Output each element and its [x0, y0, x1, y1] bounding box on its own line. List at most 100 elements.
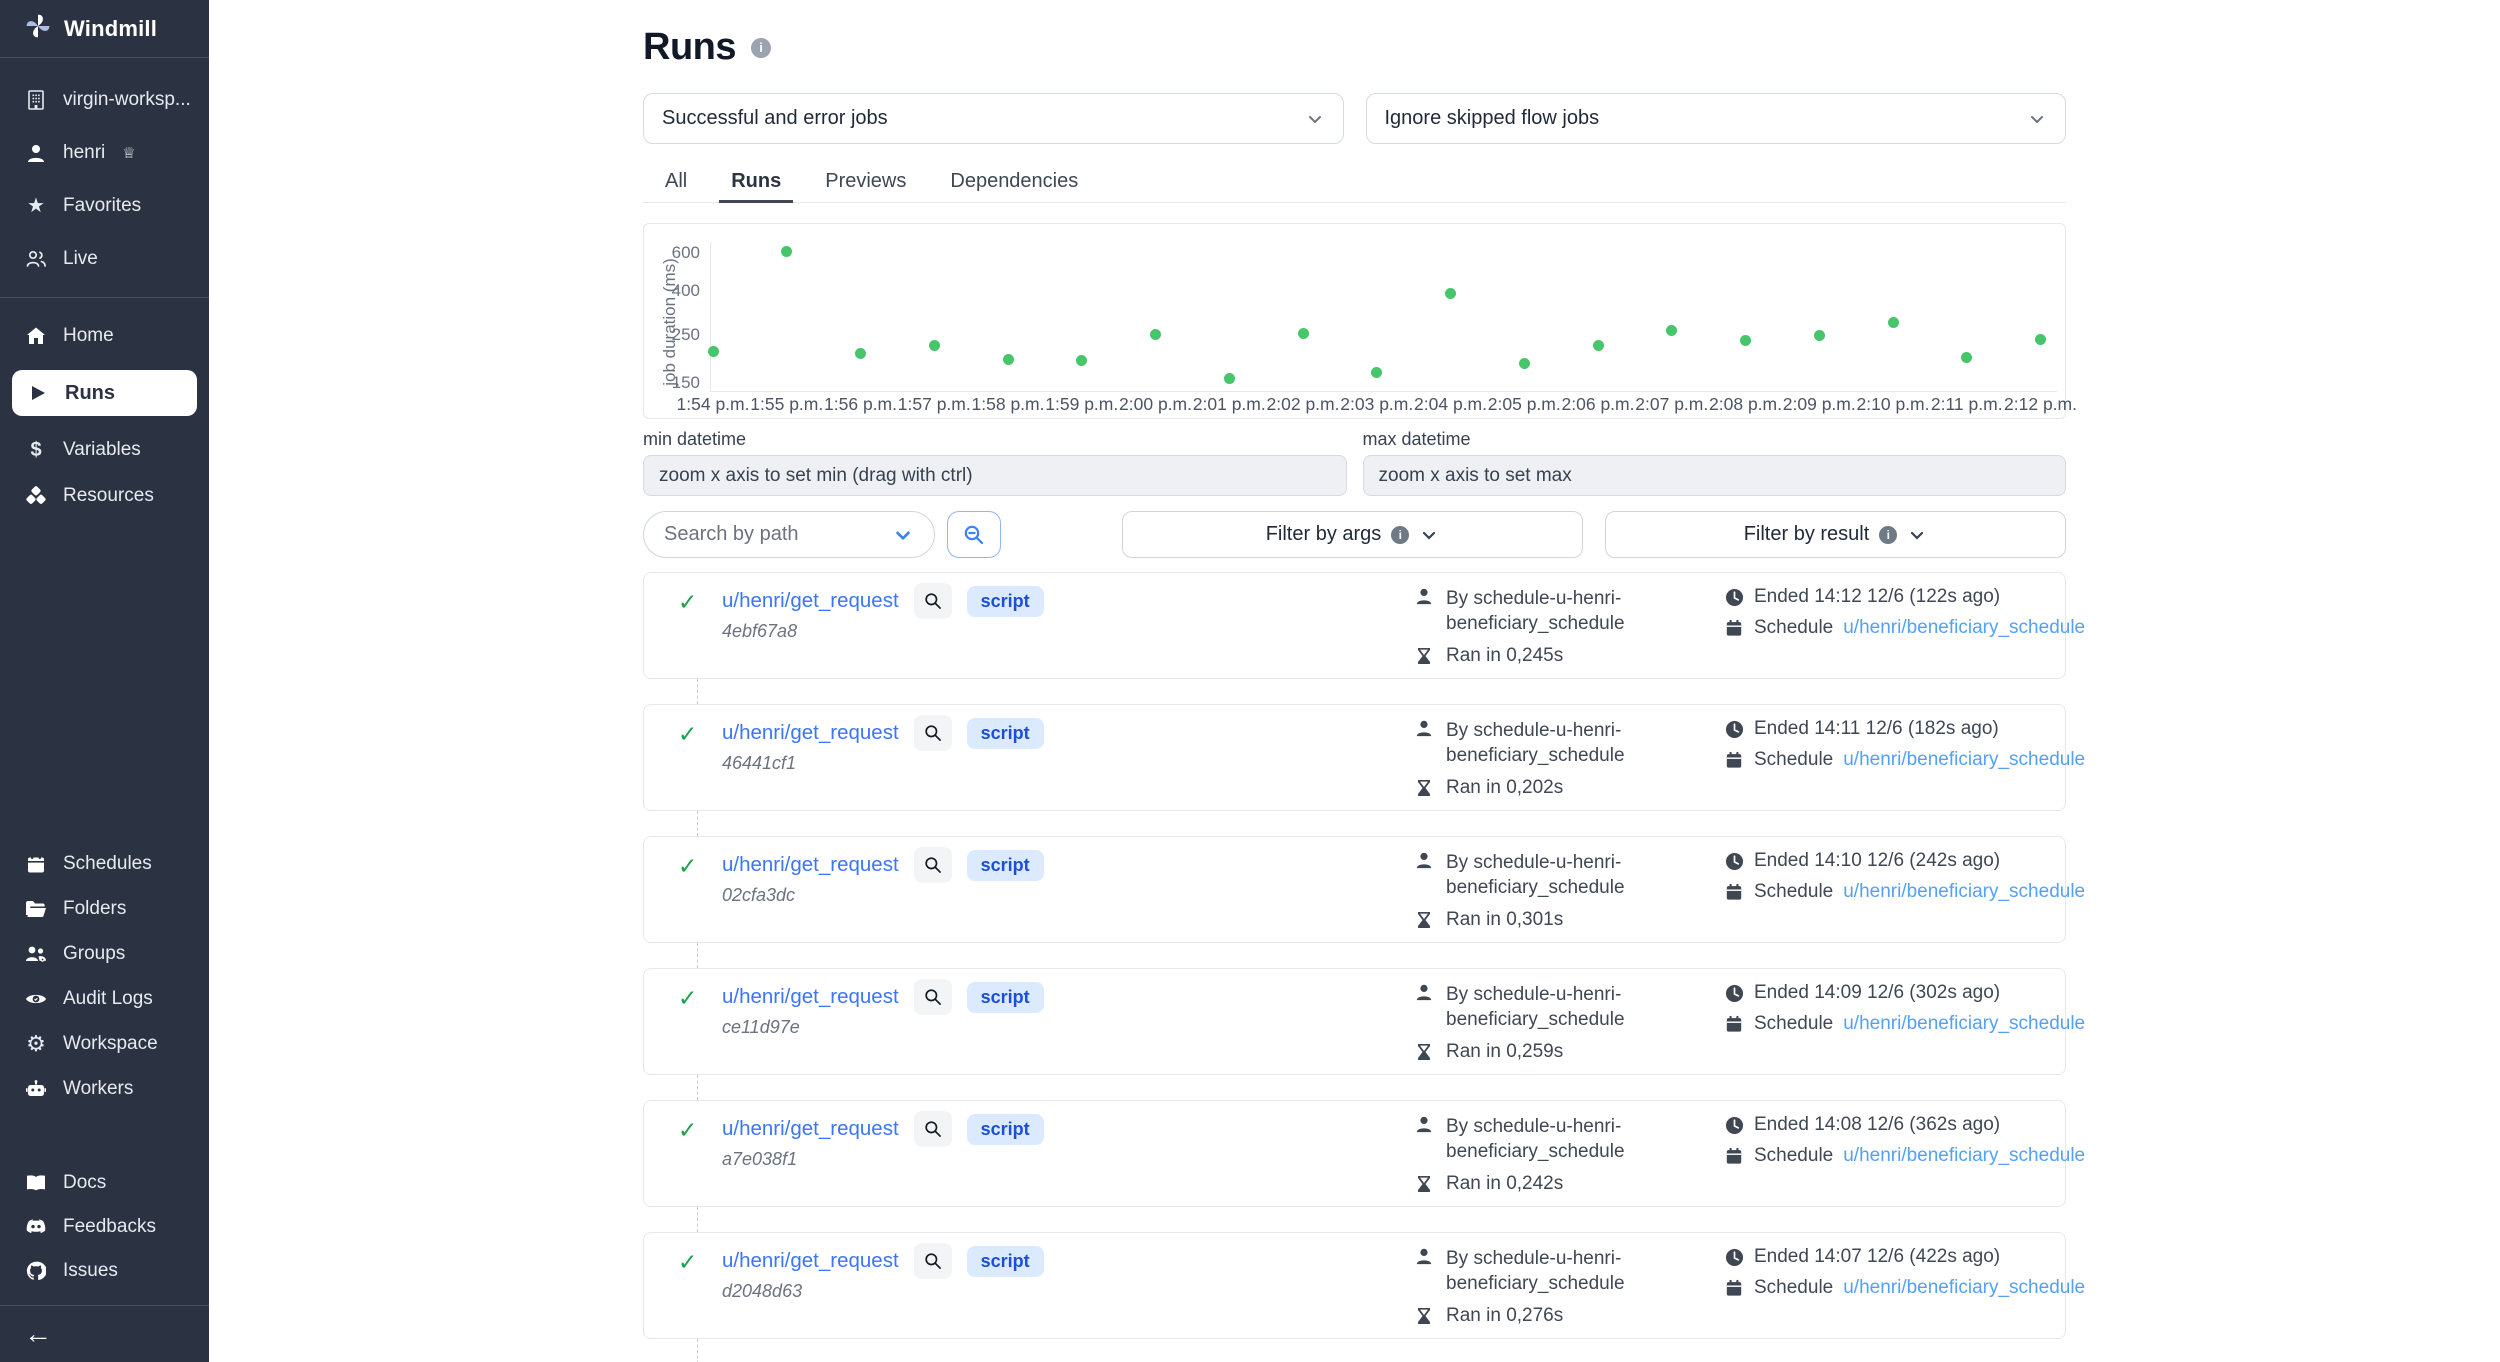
filter-by-result-button[interactable]: Filter by result i	[1605, 511, 2066, 558]
inspect-run-button[interactable]	[914, 979, 952, 1015]
runs-list: ✓ u/henri/get_request script 4ebf67a8	[643, 572, 2066, 1362]
brand-header[interactable]: Windmill	[0, 0, 209, 58]
sidebar-item-groups[interactable]: Groups	[0, 942, 209, 966]
schedule-link[interactable]: u/henri/beneficiary_schedule	[1843, 617, 2085, 639]
inspect-run-button[interactable]	[914, 1243, 952, 1279]
sidebar-item-schedules[interactable]: Schedules	[0, 852, 209, 876]
sidebar-item-label: Issues	[63, 1260, 118, 1282]
collapse-sidebar-icon[interactable]: ←	[24, 1318, 52, 1350]
info-icon[interactable]: i	[751, 38, 771, 58]
data-point	[1298, 328, 1309, 339]
sidebar-item-folders[interactable]: Folders	[0, 897, 209, 921]
run-hash[interactable]: ce11d97e	[722, 1017, 800, 1038]
skipped-jobs-select[interactable]: Ignore skipped flow jobs	[1366, 93, 2067, 144]
run-row[interactable]: ✓ u/henri/get_request script 46441cf1	[643, 704, 2066, 811]
sidebar-item-variables[interactable]: $ Variables	[0, 438, 209, 462]
sidebar-item-runs[interactable]: Runs	[12, 370, 197, 416]
schedule-label: Schedule	[1754, 1145, 1833, 1167]
user-icon	[24, 143, 48, 163]
min-datetime-input[interactable]	[643, 455, 1347, 496]
github-icon	[24, 1261, 48, 1281]
tab-dependencies[interactable]: Dependencies	[928, 160, 1100, 202]
run-ended-text: Ended 14:10 12/6 (242s ago)	[1754, 850, 2000, 872]
schedule-link[interactable]: u/henri/beneficiary_schedule	[1843, 1277, 2085, 1299]
folder-icon	[24, 900, 48, 918]
sidebar-item-docs[interactable]: Docs	[0, 1171, 209, 1195]
data-point	[1961, 352, 1972, 363]
run-hash[interactable]: a7e038f1	[722, 1149, 797, 1170]
clock-icon	[1724, 1115, 1744, 1135]
schedule-label: Schedule	[1754, 617, 1833, 639]
run-row[interactable]: ✓ u/henri/get_request script 02cfa3dc	[643, 836, 2066, 943]
run-duration-text: Ran in 0,259s	[1446, 1041, 1563, 1063]
calendar-icon	[1724, 1146, 1744, 1166]
chevron-down-icon	[1907, 525, 1927, 545]
data-point	[781, 246, 792, 257]
hourglass-icon	[1414, 1042, 1434, 1062]
schedule-link[interactable]: u/henri/beneficiary_schedule	[1843, 1145, 2085, 1167]
sidebar-item-home[interactable]: Home	[0, 324, 209, 348]
search-by-path-select[interactable]: Search by path	[643, 511, 935, 558]
y-axis-tick-label: 400	[644, 281, 700, 301]
inspect-run-button[interactable]	[914, 847, 952, 883]
info-icon: i	[1391, 526, 1409, 544]
run-hash[interactable]: 4ebf67a8	[722, 621, 797, 642]
magnifier-icon	[923, 723, 943, 743]
schedule-link[interactable]: u/henri/beneficiary_schedule	[1843, 1013, 2085, 1035]
run-row[interactable]: ✓ u/henri/get_request script ce11d97e	[643, 968, 2066, 1075]
run-duration-text: Ran in 0,242s	[1446, 1173, 1563, 1195]
job-kind-badge: script	[967, 718, 1044, 749]
y-axis-tick-label: 250	[644, 325, 700, 345]
run-path-link[interactable]: u/henri/get_request	[722, 985, 899, 1009]
tab-all[interactable]: All	[643, 160, 709, 202]
gear-icon: ⚙	[24, 1033, 48, 1055]
sidebar-item-workspace-settings[interactable]: ⚙ Workspace	[0, 1032, 209, 1056]
sidebar-item-workers[interactable]: Workers	[0, 1077, 209, 1101]
inspect-run-button[interactable]	[914, 715, 952, 751]
filter-by-args-button[interactable]: Filter by args i	[1122, 511, 1583, 558]
run-path-link[interactable]: u/henri/get_request	[722, 589, 899, 613]
schedule-link[interactable]: u/henri/beneficiary_schedule	[1843, 749, 2085, 771]
tab-previews[interactable]: Previews	[803, 160, 928, 202]
max-datetime-input[interactable]	[1363, 455, 2067, 496]
inspect-run-button[interactable]	[914, 1111, 952, 1147]
run-path-link[interactable]: u/henri/get_request	[722, 721, 899, 745]
run-path-link[interactable]: u/henri/get_request	[722, 1249, 899, 1273]
sidebar-item-label: Docs	[63, 1172, 106, 1194]
chart-y-axis-line	[710, 242, 711, 392]
sidebar-item-resources[interactable]: Resources	[0, 484, 209, 508]
run-hash[interactable]: 02cfa3dc	[722, 885, 795, 906]
run-connector	[697, 1075, 698, 1100]
run-hash[interactable]: 46441cf1	[722, 753, 796, 774]
sidebar-item-feedbacks[interactable]: Feedbacks	[0, 1215, 209, 1239]
run-hash[interactable]: d2048d63	[722, 1281, 802, 1302]
sidebar-item-label: Audit Logs	[63, 988, 153, 1010]
sidebar-item-workspace-switcher[interactable]: virgin-worksp...	[0, 88, 209, 112]
sidebar-item-user[interactable]: henri ♕	[0, 141, 209, 165]
run-path-link[interactable]: u/henri/get_request	[722, 1117, 899, 1141]
data-point	[1371, 367, 1382, 378]
tab-runs[interactable]: Runs	[709, 160, 803, 202]
sidebar-item-label: Resources	[63, 485, 154, 507]
sidebar-item-live[interactable]: Live	[0, 247, 209, 271]
schedule-link[interactable]: u/henri/beneficiary_schedule	[1843, 881, 2085, 903]
brand-name: Windmill	[64, 16, 157, 42]
clock-icon	[1724, 983, 1744, 1003]
user-group-icon	[24, 944, 48, 964]
run-path-link[interactable]: u/henri/get_request	[722, 853, 899, 877]
info-icon: i	[1879, 526, 1897, 544]
duration-chart[interactable]: job duration (ms) 6004002501501:54 p.m.1…	[643, 223, 2066, 419]
data-point	[1740, 335, 1751, 346]
run-row[interactable]: ✓ u/henri/get_request script a7e038f1	[643, 1100, 2066, 1207]
skipped-jobs-select-value: Ignore skipped flow jobs	[1385, 107, 1600, 130]
success-check-icon: ✓	[678, 721, 697, 748]
inspect-run-button[interactable]	[914, 583, 952, 619]
sidebar-item-audit-logs[interactable]: Audit Logs	[0, 987, 209, 1011]
job-status-select[interactable]: Successful and error jobs	[643, 93, 1344, 144]
home-icon	[24, 326, 48, 346]
run-row[interactable]: ✓ u/henri/get_request script 4ebf67a8	[643, 572, 2066, 679]
sidebar-item-favorites[interactable]: ★ Favorites	[0, 194, 209, 218]
zoom-out-search-button[interactable]	[947, 511, 1001, 558]
sidebar-item-issues[interactable]: Issues	[0, 1259, 209, 1283]
run-row[interactable]: ✓ u/henri/get_request script d2048d63	[643, 1232, 2066, 1339]
